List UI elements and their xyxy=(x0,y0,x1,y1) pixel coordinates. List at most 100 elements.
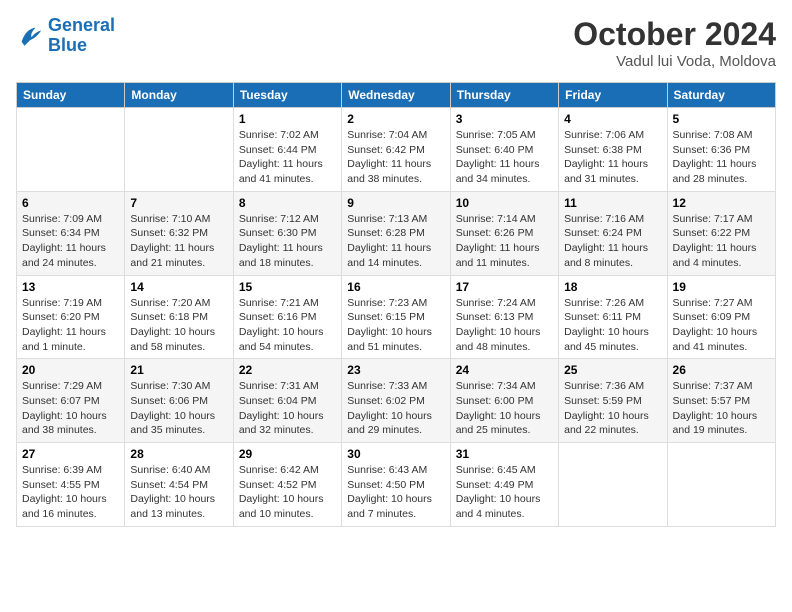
calendar-cell: 7Sunrise: 7:10 AM Sunset: 6:32 PM Daylig… xyxy=(125,191,233,275)
day-number: 29 xyxy=(239,447,336,461)
day-number: 14 xyxy=(130,280,227,294)
day-info: Sunrise: 7:27 AM Sunset: 6:09 PM Dayligh… xyxy=(673,296,770,355)
weekday-sunday: Sunday xyxy=(17,83,125,108)
day-number: 5 xyxy=(673,112,770,126)
calendar-cell: 4 Sunrise: 7:06 AM Sunset: 6:38 PM Daylig… xyxy=(559,108,667,192)
calendar-cell: 10Sunrise: 7:14 AM Sunset: 6:26 PM Dayli… xyxy=(450,191,558,275)
calendar-cell: 8 Sunrise: 7:12 AM Sunset: 6:30 PM Daylig… xyxy=(233,191,341,275)
day-number: 27 xyxy=(22,447,119,461)
day-info: Sunrise: 7:10 AM Sunset: 6:32 PM Dayligh… xyxy=(130,212,227,271)
calendar-cell: 30Sunrise: 6:43 AM Sunset: 4:50 PM Dayli… xyxy=(342,443,450,527)
weekday-saturday: Saturday xyxy=(667,83,775,108)
day-info: Sunrise: 6:39 AM Sunset: 4:55 PM Dayligh… xyxy=(22,463,119,522)
day-info: Sunrise: 7:26 AM Sunset: 6:11 PM Dayligh… xyxy=(564,296,661,355)
day-info: Sunrise: 7:16 AM Sunset: 6:24 PM Dayligh… xyxy=(564,212,661,271)
week-row-1: 1 Sunrise: 7:02 AM Sunset: 6:44 PM Daylig… xyxy=(17,108,776,192)
day-info: Sunrise: 7:37 AM Sunset: 5:57 PM Dayligh… xyxy=(673,379,770,438)
calendar-cell xyxy=(17,108,125,192)
calendar-cell: 12 Sunrise: 7:17 AM Sunset: 6:22 PM Dayli… xyxy=(667,191,775,275)
day-number: 6 xyxy=(22,196,119,210)
day-info: Sunrise: 7:31 AM Sunset: 6:04 PM Dayligh… xyxy=(239,379,336,438)
logo: GeneralBlue xyxy=(16,16,115,56)
day-info: Sunrise: 7:04 AM Sunset: 6:42 PM Dayligh… xyxy=(347,128,444,187)
day-number: 23 xyxy=(347,363,444,377)
day-number: 19 xyxy=(673,280,770,294)
day-number: 8 xyxy=(239,196,336,210)
day-info: Sunrise: 6:45 AM Sunset: 4:49 PM Dayligh… xyxy=(456,463,553,522)
day-info: Sunrise: 7:34 AM Sunset: 6:00 PM Dayligh… xyxy=(456,379,553,438)
weekday-thursday: Thursday xyxy=(450,83,558,108)
day-number: 1 xyxy=(239,112,336,126)
day-info: Sunrise: 7:05 AM Sunset: 6:40 PM Dayligh… xyxy=(456,128,553,187)
day-number: 15 xyxy=(239,280,336,294)
calendar-cell: 29Sunrise: 6:42 AM Sunset: 4:52 PM Dayli… xyxy=(233,443,341,527)
day-number: 30 xyxy=(347,447,444,461)
day-number: 13 xyxy=(22,280,119,294)
day-info: Sunrise: 7:30 AM Sunset: 6:06 PM Dayligh… xyxy=(130,379,227,438)
week-row-4: 20 Sunrise: 7:29 AM Sunset: 6:07 PM Dayli… xyxy=(17,359,776,443)
day-number: 18 xyxy=(564,280,661,294)
day-number: 2 xyxy=(347,112,444,126)
calendar-cell: 15 Sunrise: 7:21 AM Sunset: 6:16 PM Dayli… xyxy=(233,275,341,359)
title-block: October 2024 Vadul lui Voda, Moldova xyxy=(573,16,776,70)
calendar-cell: 22 Sunrise: 7:31 AM Sunset: 6:04 PM Dayli… xyxy=(233,359,341,443)
day-info: Sunrise: 7:09 AM Sunset: 6:34 PM Dayligh… xyxy=(22,212,119,271)
day-info: Sunrise: 7:19 AM Sunset: 6:20 PM Dayligh… xyxy=(22,296,119,355)
calendar-cell: 27 Sunrise: 6:39 AM Sunset: 4:55 PM Dayli… xyxy=(17,443,125,527)
day-number: 10 xyxy=(456,196,553,210)
calendar-cell: 20 Sunrise: 7:29 AM Sunset: 6:07 PM Dayli… xyxy=(17,359,125,443)
week-row-3: 13 Sunrise: 7:19 AM Sunset: 6:20 PM Dayli… xyxy=(17,275,776,359)
day-info: Sunrise: 7:08 AM Sunset: 6:36 PM Dayligh… xyxy=(673,128,770,187)
calendar-cell xyxy=(125,108,233,192)
day-number: 20 xyxy=(22,363,119,377)
week-row-2: 6 Sunrise: 7:09 AM Sunset: 6:34 PM Daylig… xyxy=(17,191,776,275)
day-number: 12 xyxy=(673,196,770,210)
calendar-cell: 25Sunrise: 7:36 AM Sunset: 5:59 PM Dayli… xyxy=(559,359,667,443)
day-info: Sunrise: 7:23 AM Sunset: 6:15 PM Dayligh… xyxy=(347,296,444,355)
day-number: 4 xyxy=(564,112,661,126)
calendar-cell: 5 Sunrise: 7:08 AM Sunset: 6:36 PM Daylig… xyxy=(667,108,775,192)
weekday-wednesday: Wednesday xyxy=(342,83,450,108)
day-number: 22 xyxy=(239,363,336,377)
page-header: GeneralBlue October 2024 Vadul lui Voda,… xyxy=(16,16,776,70)
calendar-cell: 24 Sunrise: 7:34 AM Sunset: 6:00 PM Dayli… xyxy=(450,359,558,443)
day-number: 28 xyxy=(130,447,227,461)
day-number: 24 xyxy=(456,363,553,377)
day-number: 25 xyxy=(564,363,661,377)
logo-text: GeneralBlue xyxy=(48,16,115,56)
day-info: Sunrise: 7:33 AM Sunset: 6:02 PM Dayligh… xyxy=(347,379,444,438)
day-number: 16 xyxy=(347,280,444,294)
day-info: Sunrise: 7:24 AM Sunset: 6:13 PM Dayligh… xyxy=(456,296,553,355)
day-number: 9 xyxy=(347,196,444,210)
calendar-cell: 21 Sunrise: 7:30 AM Sunset: 6:06 PM Dayli… xyxy=(125,359,233,443)
calendar-cell: 9 Sunrise: 7:13 AM Sunset: 6:28 PM Daylig… xyxy=(342,191,450,275)
day-info: Sunrise: 7:02 AM Sunset: 6:44 PM Dayligh… xyxy=(239,128,336,187)
day-info: Sunrise: 7:13 AM Sunset: 6:28 PM Dayligh… xyxy=(347,212,444,271)
day-info: Sunrise: 7:17 AM Sunset: 6:22 PM Dayligh… xyxy=(673,212,770,271)
day-number: 11 xyxy=(564,196,661,210)
calendar-cell: 16 Sunrise: 7:23 AM Sunset: 6:15 PM Dayli… xyxy=(342,275,450,359)
calendar-cell: 26 Sunrise: 7:37 AM Sunset: 5:57 PM Dayli… xyxy=(667,359,775,443)
week-row-5: 27 Sunrise: 6:39 AM Sunset: 4:55 PM Dayli… xyxy=(17,443,776,527)
calendar-cell xyxy=(667,443,775,527)
day-info: Sunrise: 7:21 AM Sunset: 6:16 PM Dayligh… xyxy=(239,296,336,355)
day-number: 26 xyxy=(673,363,770,377)
day-number: 21 xyxy=(130,363,227,377)
day-info: Sunrise: 7:29 AM Sunset: 6:07 PM Dayligh… xyxy=(22,379,119,438)
calendar-cell: 19 Sunrise: 7:27 AM Sunset: 6:09 PM Dayli… xyxy=(667,275,775,359)
weekday-header-row: SundayMondayTuesdayWednesdayThursdayFrid… xyxy=(17,83,776,108)
day-info: Sunrise: 6:40 AM Sunset: 4:54 PM Dayligh… xyxy=(130,463,227,522)
month-title: October 2024 xyxy=(573,16,776,53)
calendar-table: SundayMondayTuesdayWednesdayThursdayFrid… xyxy=(16,82,776,527)
calendar-cell: 17 Sunrise: 7:24 AM Sunset: 6:13 PM Dayli… xyxy=(450,275,558,359)
logo-bird-icon xyxy=(16,22,44,50)
calendar-cell xyxy=(559,443,667,527)
day-number: 17 xyxy=(456,280,553,294)
weekday-friday: Friday xyxy=(559,83,667,108)
location-subtitle: Vadul lui Voda, Moldova xyxy=(573,53,776,70)
day-number: 3 xyxy=(456,112,553,126)
day-info: Sunrise: 7:06 AM Sunset: 6:38 PM Dayligh… xyxy=(564,128,661,187)
calendar-cell: 31Sunrise: 6:45 AM Sunset: 4:49 PM Dayli… xyxy=(450,443,558,527)
weekday-tuesday: Tuesday xyxy=(233,83,341,108)
day-info: Sunrise: 7:12 AM Sunset: 6:30 PM Dayligh… xyxy=(239,212,336,271)
